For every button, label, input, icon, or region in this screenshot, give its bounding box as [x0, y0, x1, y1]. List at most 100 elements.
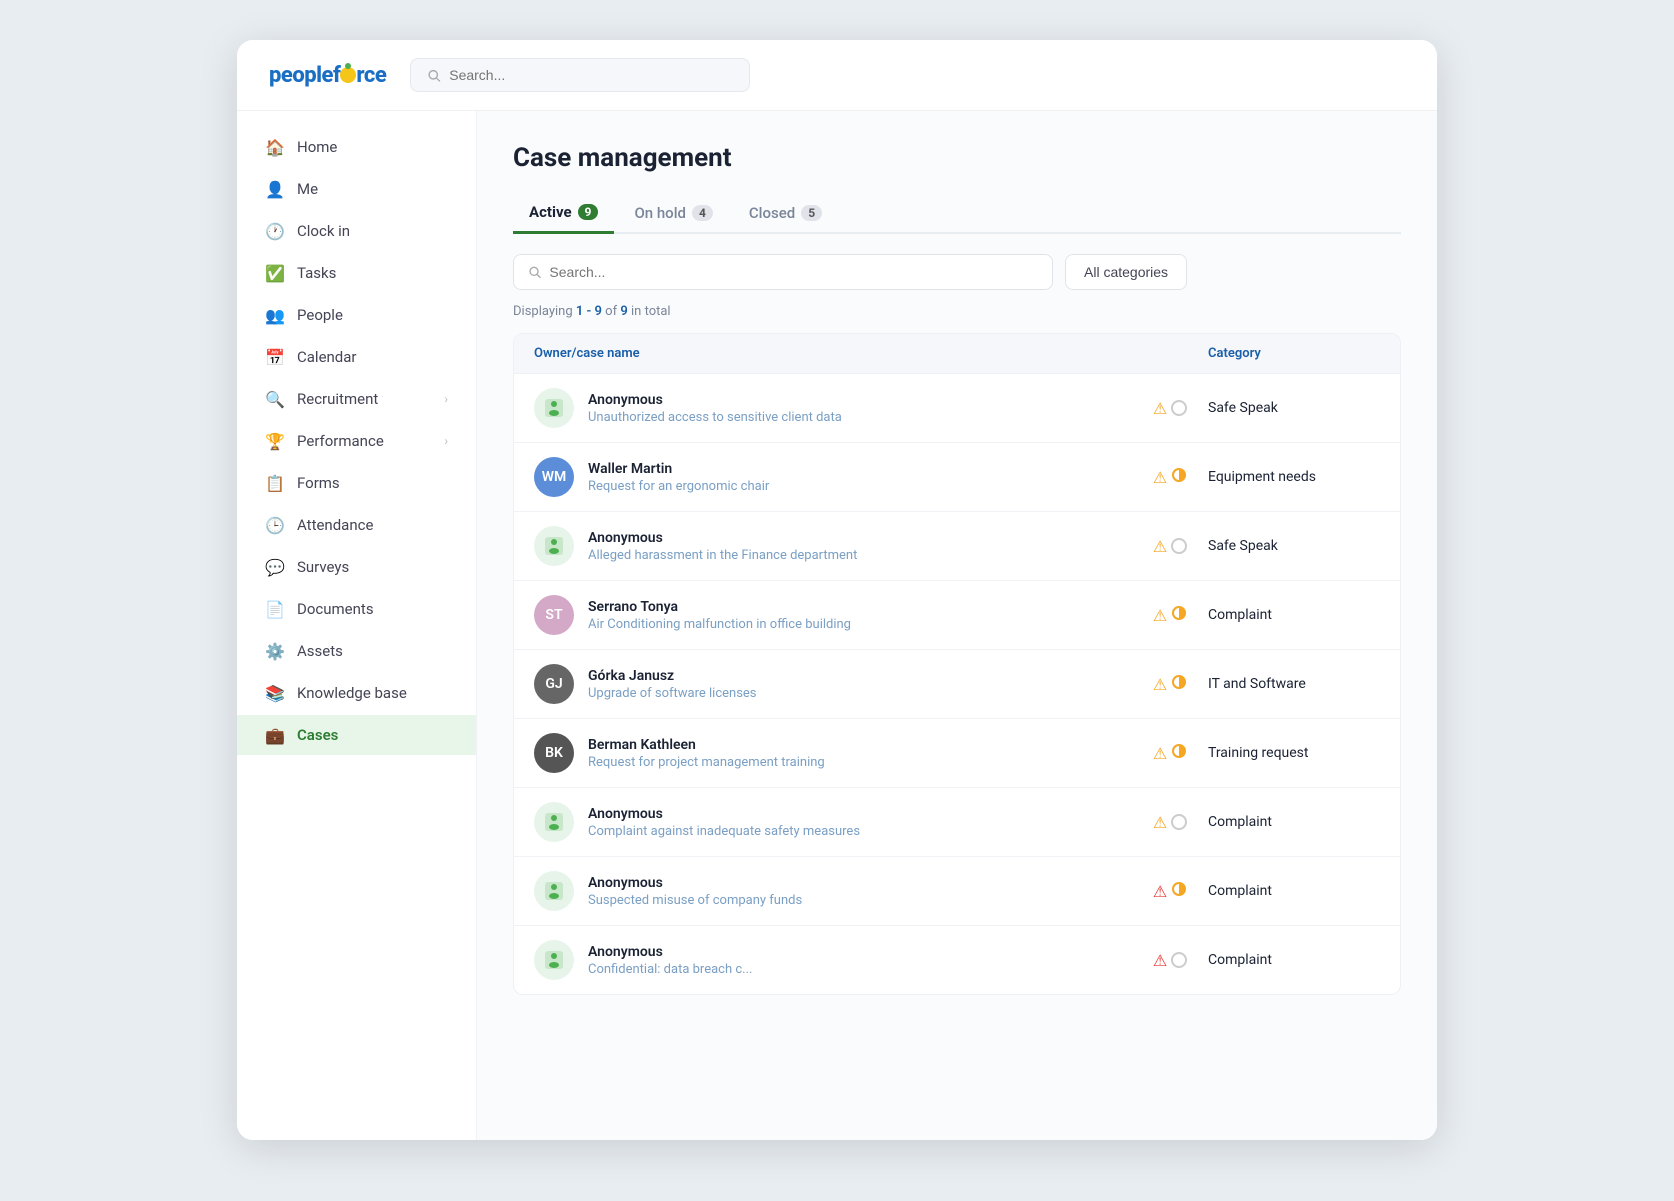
- status-icons-cell: ⚠: [1140, 743, 1200, 763]
- sidebar-item-recruitment[interactable]: 🔍Recruitment›: [237, 379, 476, 419]
- owner-cell: AnonymousSuspected misuse of company fun…: [534, 871, 1140, 911]
- case-name: Complaint against inadequate safety meas…: [588, 824, 860, 839]
- owner-cell: BKBerman KathleenRequest for project man…: [534, 733, 1140, 773]
- anonymous-icon: [542, 810, 566, 834]
- header-category: Category: [1200, 346, 1380, 361]
- tab-active[interactable]: Active9: [513, 193, 614, 234]
- owner-info: Berman KathleenRequest for project manag…: [588, 737, 825, 770]
- sidebar-item-forms[interactable]: 📋 Forms: [237, 463, 476, 503]
- half-circle-svg: [1171, 467, 1187, 483]
- owner-name: Berman Kathleen: [588, 737, 825, 753]
- sidebar-item-calendar[interactable]: 📅Calendar: [237, 337, 476, 377]
- sidebar-item-attendance[interactable]: 🕒 Attendance: [237, 505, 476, 545]
- me-icon: 👤: [265, 179, 285, 199]
- sidebar-item-people[interactable]: 👥People: [237, 295, 476, 335]
- table-row[interactable]: BKBerman KathleenRequest for project man…: [514, 719, 1400, 788]
- sidebar-label-recruitment: Recruitment: [297, 390, 378, 408]
- empty-circle-icon: [1171, 814, 1187, 830]
- table-row[interactable]: Anonymous Complaint against inadequate sa…: [514, 788, 1400, 857]
- tab-badge-active: 9: [578, 204, 599, 220]
- status-icons-cell: ⚠: [1140, 813, 1200, 832]
- half-circle-icon: [1171, 467, 1187, 487]
- chevron-right-icon: ›: [444, 392, 448, 406]
- sidebar-label-surveys: Surveys: [297, 558, 349, 576]
- category-cell: Equipment needs: [1200, 469, 1380, 485]
- tab-on-hold[interactable]: On hold4: [618, 194, 728, 234]
- sidebar-item-documents[interactable]: 📄Documents: [237, 589, 476, 629]
- owner-name: Anonymous: [588, 806, 860, 822]
- cases-rows: AnonymousUnauthorized access to sensitiv…: [514, 374, 1400, 994]
- assets-icon: ⚙️: [265, 641, 285, 661]
- table-row[interactable]: AnonymousConfidential: data breach c... ⚠…: [514, 926, 1400, 994]
- case-search-input[interactable]: [549, 264, 1038, 280]
- sidebar-label-knowledge-base: Knowledge base: [297, 684, 407, 702]
- table-row[interactable]: GJGórka JanuszUpgrade of software licens…: [514, 650, 1400, 719]
- case-name: Air Conditioning malfunction in office b…: [588, 617, 851, 632]
- sidebar-item-knowledge-base[interactable]: 📚Knowledge base: [237, 673, 476, 713]
- warning-icon: ⚠: [1153, 537, 1167, 556]
- anonymous-icon: [542, 534, 566, 558]
- page-title: Case management: [513, 143, 1401, 173]
- sidebar-item-assets[interactable]: ⚙️ Assets: [237, 631, 476, 671]
- status-icons-cell: ⚠: [1140, 881, 1200, 901]
- empty-circle-icon: [1171, 400, 1187, 416]
- surveys-icon: 💬: [265, 557, 285, 577]
- sidebar-label-documents: Documents: [297, 600, 374, 618]
- global-search-bar[interactable]: [410, 58, 750, 92]
- category-cell: Safe Speak: [1200, 538, 1380, 554]
- warning-icon: ⚠: [1153, 951, 1167, 970]
- owner-name: Anonymous: [588, 944, 752, 960]
- sidebar-label-forms: Forms: [297, 474, 340, 492]
- status-icons-cell: ⚠: [1140, 674, 1200, 694]
- status-icons-cell: ⚠: [1140, 537, 1200, 556]
- table-row[interactable]: AnonymousSuspected misuse of company fun…: [514, 857, 1400, 926]
- half-circle-icon: [1171, 743, 1187, 763]
- case-name: Upgrade of software licenses: [588, 686, 757, 701]
- warning-icon: ⚠: [1153, 399, 1167, 418]
- half-circle-svg: [1171, 743, 1187, 759]
- sidebar-item-cases[interactable]: 💼Cases: [237, 715, 476, 755]
- half-circle-svg: [1171, 881, 1187, 897]
- header-owner: Owner/case name: [534, 346, 1140, 361]
- owner-cell: AnonymousConfidential: data breach c...: [534, 940, 1140, 980]
- owner-info: AnonymousConfidential: data breach c...: [588, 944, 752, 977]
- attendance-icon: 🕒: [265, 515, 285, 535]
- case-search-box[interactable]: [513, 254, 1053, 290]
- tab-label-on-hold: On hold: [634, 204, 686, 222]
- warning-icon: ⚠: [1153, 675, 1167, 694]
- sidebar-item-surveys[interactable]: 💬 Surveys: [237, 547, 476, 587]
- warning-icon: ⚠: [1153, 606, 1167, 625]
- cases-table: Owner/case name Category AnonymousUnauth…: [513, 333, 1401, 995]
- owner-info: Serrano TonyaAir Conditioning malfunctio…: [588, 599, 851, 632]
- tab-closed[interactable]: Closed5: [733, 194, 838, 234]
- avatar: [534, 871, 574, 911]
- sidebar-item-me[interactable]: 👤 Me: [237, 169, 476, 209]
- warning-icon: ⚠: [1153, 882, 1167, 901]
- sidebar-item-tasks[interactable]: ✅Tasks: [237, 253, 476, 293]
- global-search-input[interactable]: [449, 67, 733, 83]
- sidebar-label-attendance: Attendance: [297, 516, 373, 534]
- owner-cell: AnonymousUnauthorized access to sensitiv…: [534, 388, 1140, 428]
- search-icon: [427, 68, 441, 83]
- forms-icon: 📋: [265, 473, 285, 493]
- avatar: ST: [534, 595, 574, 635]
- table-row[interactable]: ST Serrano TonyaAir Conditioning malfunct…: [514, 581, 1400, 650]
- sidebar-item-performance[interactable]: 🏆Performance›: [237, 421, 476, 461]
- sidebar-label-me: Me: [297, 180, 318, 198]
- table-row[interactable]: AnonymousAlleged harassment in the Finan…: [514, 512, 1400, 581]
- displaying-text: Displaying 1 - 9 of 9 in total: [513, 300, 1401, 323]
- sidebar-item-clock-in[interactable]: 🕐Clock in: [237, 211, 476, 251]
- sidebar-label-assets: Assets: [297, 642, 343, 660]
- table-row[interactable]: AnonymousUnauthorized access to sensitiv…: [514, 374, 1400, 443]
- category-cell: IT and Software: [1200, 676, 1380, 692]
- table-row[interactable]: WMWaller MartinRequest for an ergonomic …: [514, 443, 1400, 512]
- sidebar-item-home[interactable]: 🏠Home: [237, 127, 476, 167]
- avatar: [534, 940, 574, 980]
- owner-name: Anonymous: [588, 392, 842, 408]
- category-filter-button[interactable]: All categories: [1065, 254, 1187, 290]
- avatar: [534, 388, 574, 428]
- clock-in-icon: 🕐: [265, 221, 285, 241]
- owner-info: Górka JanuszUpgrade of software licenses: [588, 668, 757, 701]
- anonymous-icon: [542, 396, 566, 420]
- owner-info: Waller MartinRequest for an ergonomic ch…: [588, 461, 769, 494]
